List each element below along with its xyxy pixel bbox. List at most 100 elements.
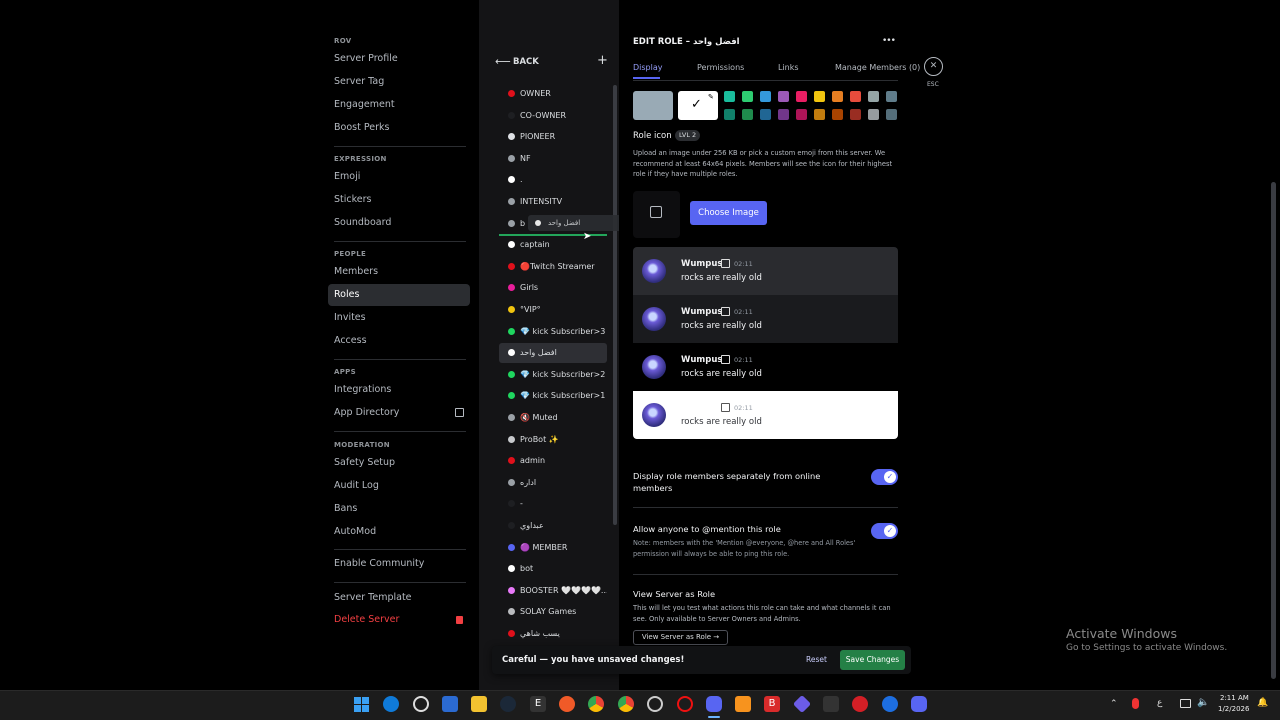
role-item[interactable]: . [499,170,607,190]
network-icon[interactable] [1180,699,1191,708]
sidebar-item-safety-setup[interactable]: Safety Setup [328,452,470,474]
role-item[interactable]: INTENSITV [499,192,607,212]
vlc-icon[interactable] [735,696,751,712]
role-item[interactable]: عبداوي [499,516,607,536]
language-indicator[interactable]: ع [1157,698,1162,708]
obs-icon[interactable] [647,696,663,712]
sidebar-item-access[interactable]: Access [328,330,470,352]
sidebar-item-members[interactable]: Members [328,261,470,283]
color-swatch[interactable] [796,109,807,120]
save-changes-button[interactable]: Save Changes [840,650,905,670]
role-item[interactable]: اداره [499,473,607,493]
sidebar-item-server-tag[interactable]: Server Tag [328,71,470,93]
color-swatch[interactable] [760,91,771,102]
role-item[interactable]: 💎 kick Subscriber>3 [499,322,607,342]
color-swatch[interactable] [814,91,825,102]
sidebar-item-roles[interactable]: Roles [328,284,470,306]
color-swatch[interactable] [742,91,753,102]
role-item[interactable]: NF [499,149,607,169]
role-item[interactable]: OWNER [499,84,607,104]
microphone-icon[interactable] [1132,698,1139,709]
back-button[interactable]: BACK [513,57,539,67]
epic-games-icon[interactable]: E [530,696,546,712]
role-list-scrollbar[interactable] [613,85,617,525]
color-swatch[interactable] [742,109,753,120]
color-swatch[interactable] [886,109,897,120]
tab-links[interactable]: Links [778,63,799,72]
role-item[interactable]: admin [499,451,607,471]
add-role-button[interactable]: + [597,53,608,68]
main-scrollbar[interactable] [1271,182,1276,679]
sidebar-item-automod[interactable]: AutoMod [328,521,470,543]
edge-icon[interactable] [383,696,399,712]
allow-mention-toggle[interactable]: ✓ [871,523,898,539]
soundcloud-icon[interactable] [559,696,575,712]
color-swatch[interactable] [814,109,825,120]
volume-icon[interactable]: 🔈 [1197,697,1209,708]
color-swatch[interactable] [850,91,861,102]
color-swatch[interactable] [886,91,897,102]
store-icon[interactable] [442,696,458,712]
more-options-icon[interactable]: ••• [882,36,896,46]
sidebar-item-engagement[interactable]: Engagement [328,94,470,116]
role-item[interactable]: °VIP° [499,300,607,320]
discord-ptb-icon[interactable] [911,696,927,712]
color-swatch[interactable] [724,91,735,102]
color-swatch[interactable] [832,109,843,120]
steam-client-icon[interactable] [500,696,516,712]
tab-manage-members[interactable]: Manage Members (0) [835,63,920,72]
sidebar-item-integrations[interactable]: Integrations [328,379,470,401]
color-swatch[interactable] [868,109,879,120]
chrome-icon[interactable] [588,696,604,712]
chrome-profile-icon[interactable] [618,696,634,712]
role-item[interactable]: افضل واحد [499,343,607,364]
app-red-icon[interactable] [852,696,868,712]
custom-color-swatch[interactable]: ✓ ✎ [678,91,718,120]
color-swatch[interactable] [778,109,789,120]
role-item[interactable]: 🟣 MEMBER [499,538,607,558]
reset-button[interactable]: Reset [806,655,827,664]
sidebar-item-enable-community[interactable]: Enable Community [328,553,470,575]
color-swatch[interactable] [868,91,879,102]
sidebar-item-soundboard[interactable]: Soundboard [328,212,470,234]
role-item[interactable]: يسب شاهي [499,624,607,644]
steam-icon[interactable] [413,696,429,712]
color-swatch[interactable] [724,109,735,120]
color-swatch[interactable] [850,109,861,120]
color-swatch[interactable] [760,109,771,120]
sidebar-item-server-profile[interactable]: Server Profile [328,48,470,70]
tab-permissions[interactable]: Permissions [697,63,744,72]
role-item[interactable]: BOOSTER 🤍🤍🤍🤍... [499,581,607,601]
choose-image-button[interactable]: Choose Image [690,201,767,225]
file-explorer-icon[interactable] [471,696,487,712]
clock-date[interactable]: 1/2/2026 [1218,705,1249,713]
role-item[interactable]: 🔇 Muted [499,408,607,428]
app-blue-icon[interactable] [882,696,898,712]
sidebar-item-invites[interactable]: Invites [328,307,470,329]
sidebar-item-app-directory[interactable]: App Directory [328,402,470,424]
role-item[interactable]: PIONEER [499,127,607,147]
sidebar-item-delete-server[interactable]: Delete Server [328,609,470,631]
sidebar-item-bans[interactable]: Bans [328,498,470,520]
sidebar-item-boost-perks[interactable]: Boost Perks [328,117,470,139]
chevron-up-icon[interactable]: ⌃ [1110,699,1118,709]
role-item[interactable]: CO-OWNER [499,106,607,126]
capcut-icon[interactable] [823,696,839,712]
role-item[interactable]: SOLAY Games [499,602,607,622]
sidebar-item-server-template[interactable]: Server Template [328,587,470,609]
close-settings-button[interactable]: ✕ [924,57,943,76]
default-color-swatch[interactable] [633,91,673,120]
role-item[interactable]: 🔴Twitch Streamer [499,257,607,277]
role-icon-preview[interactable] [633,191,680,238]
role-item[interactable]: ProBot ✨ [499,430,607,450]
discord-icon[interactable] [706,696,722,712]
clock-time[interactable]: 2:11 AM [1220,694,1249,702]
sidebar-item-stickers[interactable]: Stickers [328,189,470,211]
role-item[interactable]: Girls [499,278,607,298]
color-swatch[interactable] [832,91,843,102]
role-item[interactable]: 💎 kick Subscriber>1 [499,386,607,406]
app-b-icon[interactable]: B [764,696,780,712]
display-separately-toggle[interactable]: ✓ [871,469,898,485]
color-swatch[interactable] [796,91,807,102]
color-swatch[interactable] [778,91,789,102]
